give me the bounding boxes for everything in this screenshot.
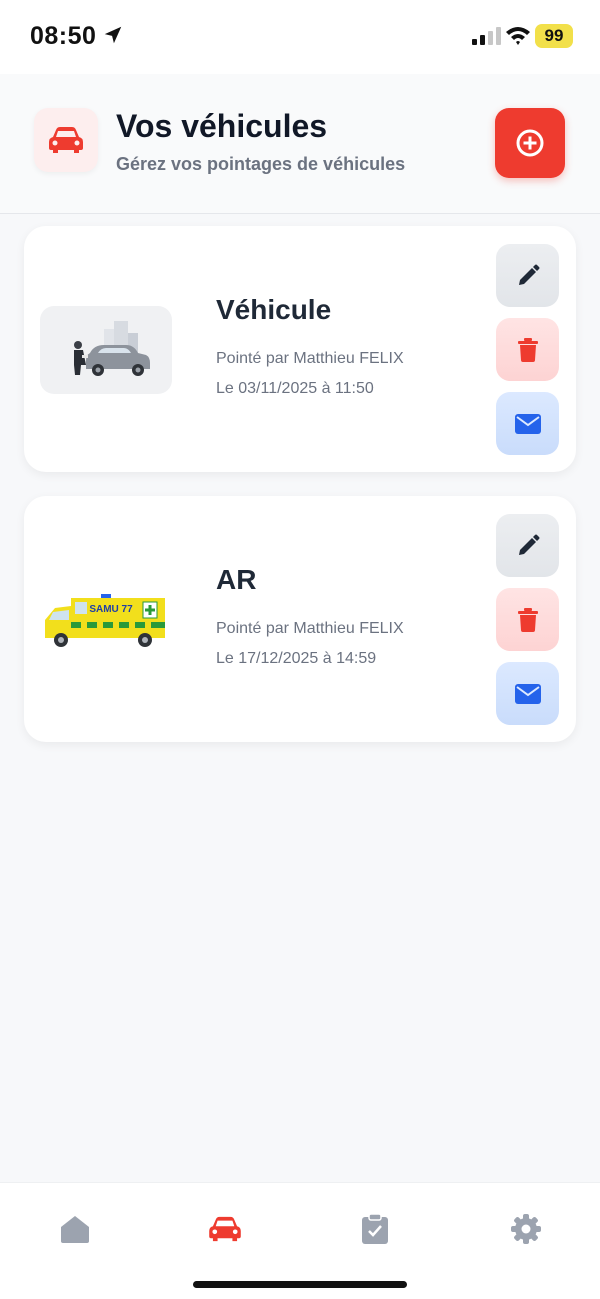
add-vehicle-button[interactable] [495, 108, 565, 178]
nav-home[interactable] [57, 1211, 93, 1247]
cellular-signal-icon [472, 27, 501, 45]
status-bar: 08:50 99 [0, 0, 600, 74]
vehicle-name: Véhicule [216, 294, 332, 325]
plus-circle-icon [516, 129, 544, 157]
vehicle-date: Le 17/12/2025 à 14:59 [216, 650, 377, 667]
envelope-icon [514, 413, 541, 434]
edit-button[interactable] [496, 514, 559, 577]
pencil-icon [518, 534, 539, 555]
vehicle-card[interactable]: SAMU 77 AR Pointé par Matthieu FELIX Le … [24, 496, 576, 742]
home-indicator [193, 1281, 407, 1288]
home-icon [61, 1216, 89, 1243]
vehicle-name: AR [216, 564, 257, 595]
nav-vehicles[interactable] [207, 1211, 243, 1247]
car-icon [209, 1216, 241, 1242]
page-header: Vos véhicules Gérez vos pointages de véh… [0, 74, 600, 214]
clipboard-check-icon [362, 1213, 388, 1244]
gear-icon [511, 1214, 541, 1244]
bottom-navigation [0, 1182, 600, 1299]
email-button[interactable] [496, 392, 559, 455]
page-title: Vos véhicules [116, 108, 328, 144]
nav-tasks[interactable] [357, 1211, 393, 1247]
status-time: 08:50 [30, 22, 97, 50]
nav-settings[interactable] [508, 1211, 544, 1247]
vehicle-date: Le 03/11/2025 à 11:50 [216, 380, 374, 397]
car-inspection-illustration [74, 321, 150, 376]
vehicle-thumbnail: SAMU 77 [40, 576, 172, 664]
vehicle-pointed-by: Pointé par Matthieu FELIX [216, 620, 404, 637]
location-arrow-icon [104, 26, 122, 44]
pencil-icon [518, 264, 539, 285]
page-subtitle: Gérez vos pointages de véhicules [116, 154, 406, 174]
trash-icon [517, 607, 538, 632]
vehicle-card[interactable]: Véhicule Pointé par Matthieu FELIX Le 03… [24, 226, 576, 472]
delete-button[interactable] [496, 318, 559, 381]
car-icon [49, 127, 83, 153]
wifi-icon [506, 27, 530, 45]
edit-button[interactable] [496, 244, 559, 307]
header-car-badge [34, 108, 98, 172]
trash-icon [517, 337, 538, 362]
delete-button[interactable] [496, 588, 559, 651]
envelope-icon [514, 683, 541, 704]
vehicle-thumbnail [40, 306, 172, 394]
vehicle-pointed-by: Pointé par Matthieu FELIX [216, 350, 404, 367]
battery-indicator: 99 [535, 24, 573, 48]
email-button[interactable] [496, 662, 559, 725]
ambulance-illustration: SAMU 77 [45, 594, 165, 647]
ambulance-label: SAMU 77 [89, 604, 133, 615]
